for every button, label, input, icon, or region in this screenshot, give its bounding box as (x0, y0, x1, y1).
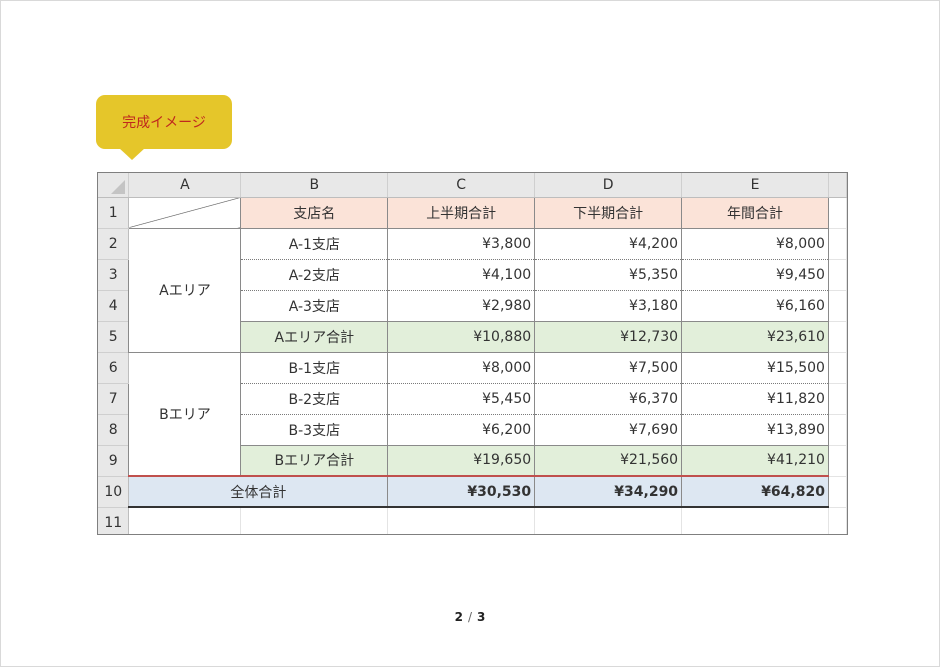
first-half-cell[interactable]: ¥4,100 (387, 259, 536, 291)
annual-cell[interactable]: ¥9,450 (681, 259, 829, 291)
empty-cell[interactable] (828, 352, 847, 384)
second-half-cell[interactable]: ¥5,350 (534, 259, 683, 291)
branch-cell[interactable]: B-3支店 (240, 414, 389, 445)
page-separator: / (467, 610, 473, 624)
table-row: 11 (98, 507, 847, 534)
first-half-cell[interactable]: ¥5,450 (387, 383, 536, 415)
table-row: 2 Aエリア A-1支店 ¥3,800 ¥4,200 ¥8,000 (98, 227, 847, 353)
grand-total-second-half[interactable]: ¥34,290 (534, 475, 683, 508)
row-number[interactable]: 9 (98, 445, 130, 477)
branch-cell[interactable]: A-2支店 (240, 259, 389, 291)
callout-label: 完成イメージ (96, 95, 232, 149)
empty-cell[interactable] (828, 290, 847, 322)
empty-cell[interactable] (387, 507, 536, 534)
branch-cell[interactable]: B-2支店 (240, 383, 389, 415)
row-number[interactable]: 11 (98, 507, 130, 534)
column-header-e[interactable]: E (681, 173, 829, 198)
second-half-cell[interactable]: ¥7,690 (534, 414, 683, 445)
column-header-b[interactable]: B (240, 173, 389, 198)
row-number[interactable]: 5 (98, 321, 130, 353)
spreadsheet: A B C D E 1 支店名 上半期合計 下半期合計 年間合計 2 Aエリア … (97, 172, 848, 535)
header-annual[interactable]: 年間合計 (681, 196, 829, 229)
row-number[interactable]: 7 (98, 383, 130, 415)
grand-total-annual[interactable]: ¥64,820 (681, 475, 829, 508)
page-indicator: 2 / 3 (0, 610, 940, 624)
current-page: 2 (454, 610, 463, 624)
area-cell-b[interactable]: Bエリア (128, 351, 242, 477)
empty-cell[interactable] (681, 507, 829, 534)
column-header-a[interactable]: A (128, 173, 242, 198)
subtotal-first-half[interactable]: ¥10,880 (387, 320, 536, 353)
empty-cell[interactable] (828, 321, 847, 353)
row-number[interactable]: 2 (98, 228, 130, 260)
first-half-cell[interactable]: ¥3,800 (387, 228, 536, 260)
grand-total-first-half[interactable]: ¥30,530 (387, 475, 536, 508)
first-half-cell[interactable]: ¥2,980 (387, 290, 536, 321)
grand-total-row: 10 全体合計 ¥30,530 ¥34,290 ¥64,820 (98, 475, 847, 508)
second-half-cell[interactable]: ¥7,500 (534, 352, 683, 384)
row-number[interactable]: 10 (98, 476, 130, 508)
header-branch[interactable]: 支店名 (240, 196, 389, 229)
column-header-d[interactable]: D (534, 173, 683, 198)
second-half-cell[interactable]: ¥4,200 (534, 228, 683, 260)
annual-cell[interactable]: ¥6,160 (681, 290, 829, 321)
branch-cell[interactable]: B-1支店 (240, 352, 389, 384)
subtotal-annual[interactable]: ¥41,210 (681, 444, 829, 477)
column-header-f[interactable] (828, 173, 847, 198)
total-pages: 3 (477, 610, 486, 624)
subtotal-first-half[interactable]: ¥19,650 (387, 444, 536, 477)
empty-cell[interactable] (828, 197, 847, 229)
empty-cell[interactable] (828, 476, 847, 508)
row-number[interactable]: 4 (98, 290, 130, 322)
area-cell-a[interactable]: Aエリア (128, 227, 242, 353)
header-first-half[interactable]: 上半期合計 (387, 196, 536, 229)
column-header-row: A B C D E (98, 173, 847, 198)
annual-cell[interactable]: ¥15,500 (681, 352, 829, 384)
empty-cell[interactable] (240, 507, 389, 534)
grand-total-label[interactable]: 全体合計 (128, 475, 389, 508)
diagonal-header-cell[interactable] (128, 196, 242, 229)
callout-tail (119, 148, 145, 160)
sales-table: A B C D E 1 支店名 上半期合計 下半期合計 年間合計 2 Aエリア … (98, 173, 847, 534)
header-second-half[interactable]: 下半期合計 (534, 196, 683, 229)
table-row: 1 支店名 上半期合計 下半期合計 年間合計 (98, 196, 847, 229)
subtotal-second-half[interactable]: ¥21,560 (534, 444, 683, 477)
subtotal-label[interactable]: Aエリア合計 (240, 320, 389, 353)
subtotal-annual[interactable]: ¥23,610 (681, 320, 829, 353)
row-number[interactable]: 1 (98, 197, 130, 229)
annual-cell[interactable]: ¥11,820 (681, 383, 829, 415)
second-half-cell[interactable]: ¥6,370 (534, 383, 683, 415)
subtotal-second-half[interactable]: ¥12,730 (534, 320, 683, 353)
empty-cell[interactable] (534, 507, 683, 534)
branch-cell[interactable]: A-3支店 (240, 290, 389, 321)
row-number[interactable]: 6 (98, 352, 130, 384)
empty-cell[interactable] (828, 507, 847, 534)
second-half-cell[interactable]: ¥3,180 (534, 290, 683, 321)
select-all-corner[interactable] (98, 173, 130, 198)
row-number[interactable]: 8 (98, 414, 130, 446)
annual-cell[interactable]: ¥8,000 (681, 228, 829, 260)
empty-cell[interactable] (828, 414, 847, 446)
column-header-c[interactable]: C (387, 173, 536, 198)
empty-cell[interactable] (128, 507, 242, 534)
row-number[interactable]: 3 (98, 259, 130, 291)
empty-cell[interactable] (828, 228, 847, 260)
branch-cell[interactable]: A-1支店 (240, 228, 389, 260)
subtotal-label[interactable]: Bエリア合計 (240, 444, 389, 477)
first-half-cell[interactable]: ¥8,000 (387, 352, 536, 384)
empty-cell[interactable] (828, 383, 847, 415)
empty-cell[interactable] (828, 445, 847, 477)
table-row: 6 Bエリア B-1支店 ¥8,000 ¥7,500 ¥15,500 (98, 351, 847, 477)
empty-cell[interactable] (828, 259, 847, 291)
first-half-cell[interactable]: ¥6,200 (387, 414, 536, 445)
annual-cell[interactable]: ¥13,890 (681, 414, 829, 445)
